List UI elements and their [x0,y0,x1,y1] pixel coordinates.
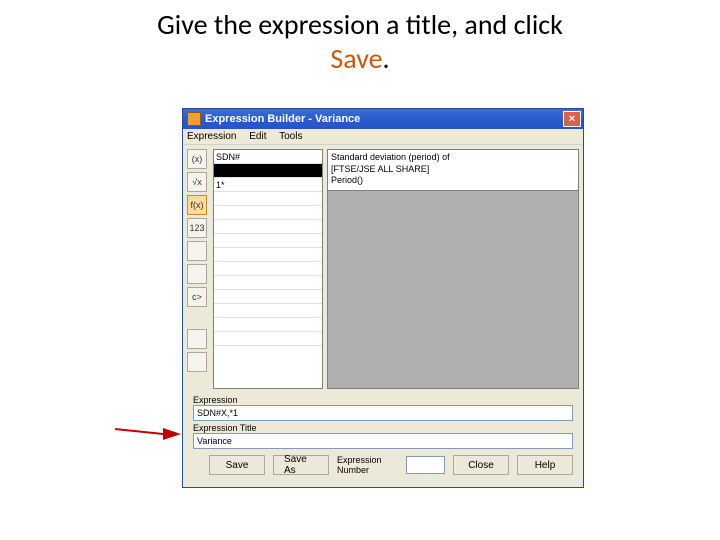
tool-8[interactable] [187,329,207,349]
preview-pane: Standard deviation (period) of [FTSE/JSE… [327,149,579,389]
tool-6[interactable] [187,264,207,284]
tool-paren[interactable]: (x) [187,149,207,169]
help-button[interactable]: Help [517,455,573,475]
list-item[interactable] [214,290,322,304]
tool-gap [187,310,207,326]
list-item[interactable] [214,192,322,206]
callout-arrow-icon [115,424,181,440]
heading-line1: Give the expression a title, and click [157,7,563,42]
menubar: Expression Edit Tools [183,129,583,145]
expression-title-input[interactable] [193,433,573,449]
tool-sqrt[interactable]: √x [187,172,207,192]
preview-line: [FTSE/JSE ALL SHARE] [331,164,575,176]
tool-c[interactable]: c> [187,287,207,307]
tool-5[interactable] [187,241,207,261]
list-item[interactable] [214,304,322,318]
body-area: (x) √x f(x) 123 c> SDN# 1* [183,145,583,393]
form-area: Expression Expression Title [183,395,583,449]
close-button[interactable]: Close [453,455,509,475]
list-item[interactable]: SDN# [214,150,322,164]
slide-heading: Give the expression a title, and click S… [0,0,720,79]
expression-label: Expression [193,395,573,405]
list-item[interactable] [214,332,322,346]
menu-tools[interactable]: Tools [279,131,302,142]
preview-line: Standard deviation (period) of [331,152,575,164]
list-item[interactable] [214,234,322,248]
list-item[interactable] [214,220,322,234]
list-item[interactable] [214,164,322,178]
toolstrip: (x) √x f(x) 123 c> [187,149,209,372]
button-row: Save Save As Expression Number Close Hel… [183,449,583,481]
expression-number-input[interactable] [406,456,445,474]
function-list[interactable]: SDN# 1* [213,149,323,389]
heading-accent: Save [330,41,382,76]
heading-period: . [383,41,390,76]
list-item[interactable] [214,248,322,262]
app-icon [187,112,201,126]
list-item[interactable] [214,276,322,290]
list-item[interactable]: 1* [214,178,322,192]
window-title: Expression Builder - Variance [205,113,360,125]
menu-expression[interactable]: Expression [187,131,236,142]
preview-description: Standard deviation (period) of [FTSE/JSE… [327,149,579,191]
preview-chart-area [327,191,579,389]
tool-num[interactable]: 123 [187,218,207,238]
tool-9[interactable] [187,352,207,372]
list-item[interactable] [214,262,322,276]
expression-input[interactable] [193,405,573,421]
preview-line: Period() [331,175,575,187]
tool-fn[interactable]: f(x) [187,195,207,215]
expression-builder-window: Expression Builder - Variance × Expressi… [182,108,584,488]
close-icon[interactable]: × [563,111,581,127]
menu-edit[interactable]: Edit [249,131,266,142]
expression-title-label: Expression Title [193,423,573,433]
save-button[interactable]: Save [209,455,265,475]
save-as-button[interactable]: Save As [273,455,329,475]
expression-number-label: Expression Number [337,455,398,475]
list-item[interactable] [214,206,322,220]
titlebar[interactable]: Expression Builder - Variance × [183,109,583,129]
list-item[interactable] [214,318,322,332]
